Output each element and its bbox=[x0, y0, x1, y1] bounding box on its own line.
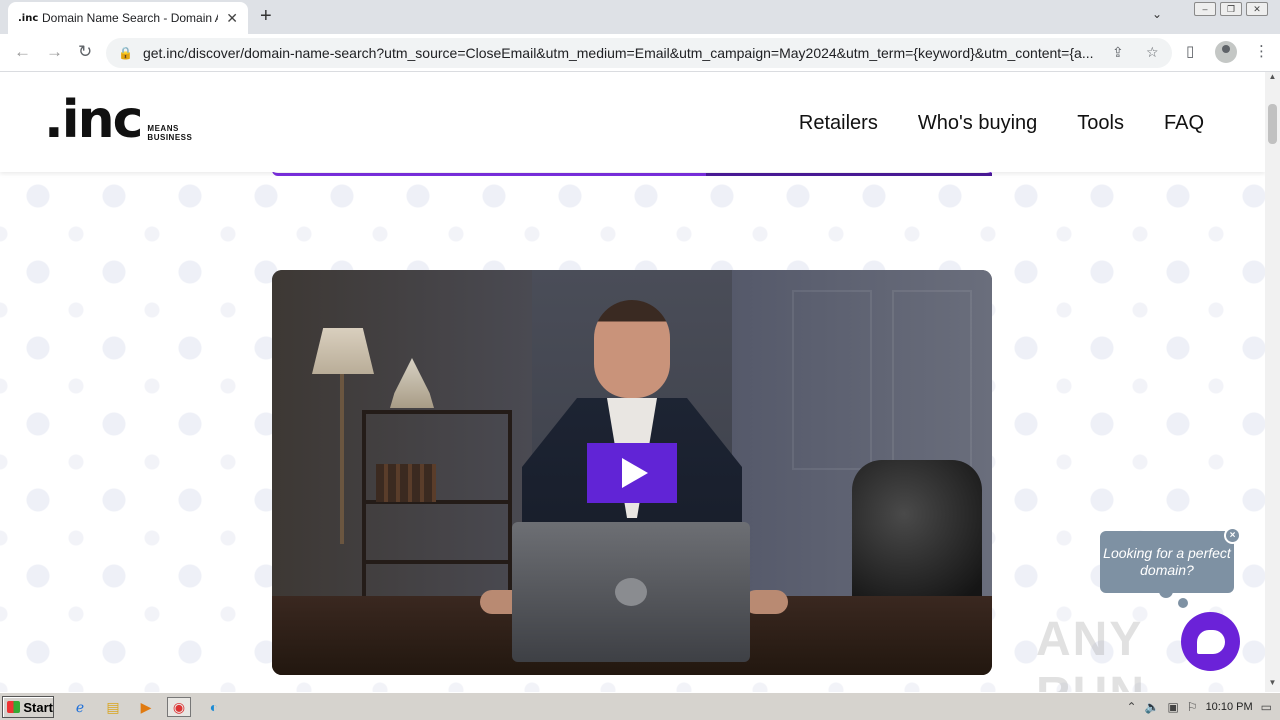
windows-flag-icon bbox=[7, 701, 21, 713]
play-button[interactable] bbox=[587, 443, 677, 503]
window-controls: – ❐ ✕ bbox=[1194, 2, 1268, 16]
chat-close-icon[interactable]: × bbox=[1224, 527, 1241, 544]
bookmark-star-icon[interactable]: ☆ bbox=[1146, 44, 1159, 61]
chat-launcher-button[interactable] bbox=[1181, 612, 1240, 671]
media-player-icon[interactable]: ▶ bbox=[134, 697, 158, 717]
nav-faq[interactable]: FAQ bbox=[1164, 112, 1204, 135]
url-text[interactable]: get.inc/discover/domain-name-search?utm_… bbox=[143, 45, 1103, 61]
tray-expand-icon[interactable]: ⌃ bbox=[1126, 700, 1136, 714]
start-label: Start bbox=[23, 699, 53, 715]
page-scrollbar[interactable]: ▲ ▼ bbox=[1265, 72, 1280, 692]
logo-wordmark: .inc bbox=[44, 90, 143, 150]
browser-menu-icon[interactable]: ⋮ bbox=[1254, 42, 1269, 60]
edge-icon[interactable]: ◐ bbox=[202, 697, 226, 717]
nav-tools[interactable]: Tools bbox=[1077, 112, 1124, 135]
side-panel-icon[interactable]: ▯ bbox=[1186, 42, 1194, 60]
play-icon bbox=[622, 458, 648, 488]
ie-icon[interactable]: ℯ bbox=[68, 697, 92, 717]
nav-retailers[interactable]: Retailers bbox=[799, 112, 878, 135]
chat-icon bbox=[1196, 629, 1225, 654]
start-button[interactable]: Start bbox=[2, 696, 54, 718]
browser-tab[interactable]: .inc Domain Name Search - Domain Avail ✕ bbox=[8, 2, 248, 34]
video-scene-panel bbox=[792, 290, 872, 470]
address-bar[interactable]: 🔒 get.inc/discover/domain-name-search?ut… bbox=[106, 38, 1172, 68]
back-icon[interactable]: ← bbox=[14, 42, 31, 62]
volume-icon[interactable]: 🔈 bbox=[1145, 700, 1160, 714]
new-tab-button[interactable]: + bbox=[260, 5, 272, 28]
profile-avatar-icon[interactable] bbox=[1215, 41, 1237, 63]
share-icon[interactable]: ⇪ bbox=[1112, 44, 1124, 61]
reload-icon[interactable]: ↻ bbox=[78, 42, 92, 62]
system-tray: ⌃ 🔈 ▣ ⚐ 10:10 PM ▭ bbox=[1118, 695, 1280, 719]
logo-tagline-line2: BUSINESS bbox=[147, 133, 193, 142]
video-scene-hand bbox=[744, 590, 788, 614]
nav-whos-buying[interactable]: Who's buying bbox=[918, 112, 1037, 135]
shelf-row bbox=[366, 560, 508, 564]
forward-icon[interactable]: → bbox=[46, 42, 63, 62]
folder-icon[interactable]: ▤ bbox=[101, 697, 125, 717]
video-scene-shelf bbox=[362, 410, 512, 600]
os-taskbar: Start ℯ ▤ ▶ ◉ ◐ ⌃ 🔈 ▣ ⚐ 10:10 PM ▭ bbox=[0, 692, 1280, 720]
video-scene-presenter-head bbox=[594, 300, 670, 398]
main-nav: Retailers Who's buying Tools FAQ bbox=[799, 112, 1204, 135]
minimize-button[interactable]: – bbox=[1194, 2, 1216, 16]
clock[interactable]: 10:10 PM bbox=[1206, 701, 1253, 713]
video-scene-lamp-stand bbox=[340, 374, 344, 544]
page-viewport: .inc MEANS BUSINESS Retailers Who's buyi… bbox=[0, 72, 1265, 692]
site-header: .inc MEANS BUSINESS Retailers Who's buyi… bbox=[0, 72, 1265, 172]
video-scene-laptop bbox=[512, 522, 750, 662]
scroll-thumb[interactable] bbox=[1268, 104, 1277, 144]
chat-bubble-dot bbox=[1178, 598, 1188, 608]
close-window-button[interactable]: ✕ bbox=[1246, 2, 1268, 16]
restore-button[interactable]: ❐ bbox=[1220, 2, 1242, 16]
chat-prompt-bubble[interactable]: Looking for a perfect domain? bbox=[1100, 531, 1234, 593]
video-scene-books bbox=[376, 464, 436, 502]
tab-title: Domain Name Search - Domain Avail bbox=[42, 11, 218, 25]
lock-icon[interactable]: 🔒 bbox=[118, 46, 133, 60]
site-logo[interactable]: .inc MEANS BUSINESS bbox=[44, 94, 192, 146]
browser-toolbar: ← → ↻ 🔒 get.inc/discover/domain-name-sea… bbox=[0, 34, 1280, 72]
laptop-logo bbox=[615, 578, 647, 606]
video-scene-panel bbox=[892, 290, 972, 470]
tab-strip: .inc Domain Name Search - Domain Avail ✕… bbox=[0, 0, 1280, 34]
logo-tagline: MEANS BUSINESS bbox=[147, 124, 192, 142]
chat-bubble-tail bbox=[1159, 590, 1173, 598]
chrome-icon[interactable]: ◉ bbox=[167, 697, 191, 717]
logo-tagline-line1: MEANS bbox=[147, 124, 179, 133]
tab-close-icon[interactable]: ✕ bbox=[226, 10, 238, 27]
tab-search-chevron-icon[interactable]: ⌄ bbox=[1152, 7, 1162, 21]
site-favicon-icon: .inc bbox=[18, 12, 39, 24]
scroll-up-arrow-icon[interactable]: ▲ bbox=[1265, 72, 1280, 86]
network-icon[interactable]: ▣ bbox=[1167, 700, 1178, 714]
show-desktop-icon[interactable]: ▭ bbox=[1261, 700, 1272, 714]
video-player[interactable] bbox=[272, 270, 992, 675]
scroll-down-arrow-icon[interactable]: ▼ bbox=[1265, 678, 1280, 692]
action-center-flag-icon[interactable]: ⚐ bbox=[1187, 700, 1198, 714]
shelf-row bbox=[366, 410, 508, 414]
